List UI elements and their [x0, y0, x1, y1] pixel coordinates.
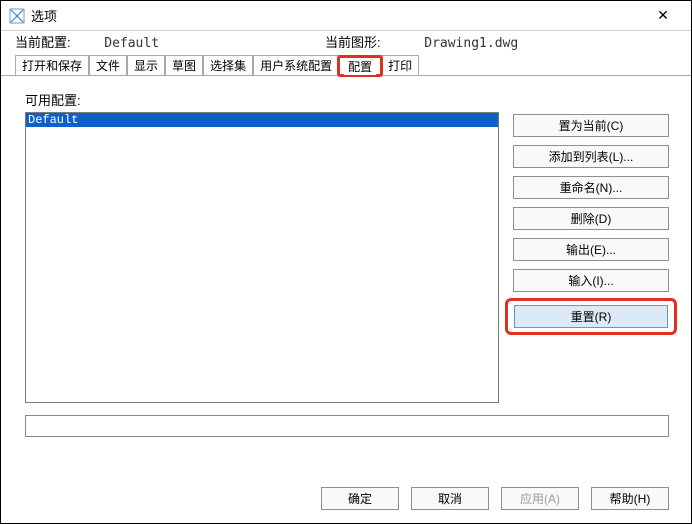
window-title: 选项	[31, 6, 643, 25]
cancel-button[interactable]: 取消	[411, 487, 489, 510]
export-button[interactable]: 输出(E)...	[513, 238, 669, 261]
tab-display[interactable]: 显示	[127, 55, 165, 75]
current-profile-label: 当前配置:	[15, 35, 71, 50]
close-button[interactable]: ✕	[643, 2, 683, 30]
delete-button[interactable]: 删除(D)	[513, 207, 669, 230]
tab-user-prefs[interactable]: 用户系统配置	[253, 55, 339, 75]
apply-button[interactable]: 应用(A)	[501, 487, 579, 510]
list-item[interactable]: Default	[26, 113, 498, 127]
current-drawing-value: Drawing1.dwg	[424, 36, 518, 51]
set-current-button[interactable]: 置为当前(C)	[513, 114, 669, 137]
tab-selection[interactable]: 选择集	[203, 55, 253, 75]
app-icon	[9, 8, 25, 24]
rename-button[interactable]: 重命名(N)...	[513, 176, 669, 199]
help-button[interactable]: 帮助(H)	[591, 487, 669, 510]
reset-button-highlight: 重置(R)	[505, 298, 677, 335]
tab-profiles[interactable]: 配置	[344, 58, 376, 75]
tab-open-save[interactable]: 打开和保存	[15, 55, 89, 75]
current-profile-value: Default	[104, 36, 159, 51]
description-box	[25, 415, 669, 437]
tab-plot[interactable]: 打印	[381, 55, 419, 75]
title-bar: 选项 ✕	[1, 1, 691, 31]
import-button[interactable]: 输入(I)...	[513, 269, 669, 292]
close-icon: ✕	[657, 7, 669, 24]
available-profiles-label: 可用配置:	[25, 90, 669, 109]
tab-profiles-highlight: 配置	[337, 55, 383, 77]
dialog-footer: 确定 取消 应用(A) 帮助(H)	[1, 479, 691, 523]
header-info: 当前配置: Default 当前图形: Drawing1.dwg	[1, 31, 691, 54]
profile-actions: 置为当前(C) 添加到列表(L)... 重命名(N)... 删除(D) 输出(E…	[513, 112, 669, 333]
tab-files[interactable]: 文件	[89, 55, 127, 75]
add-to-list-button[interactable]: 添加到列表(L)...	[513, 145, 669, 168]
current-drawing-label: 当前图形:	[325, 35, 381, 50]
tab-strip: 打开和保存 文件 显示 草图 选择集 用户系统配置 配置 打印	[1, 54, 691, 76]
ok-button[interactable]: 确定	[321, 487, 399, 510]
profiles-listbox[interactable]: Default	[25, 112, 499, 403]
tab-content: 可用配置: Default 置为当前(C) 添加到列表(L)... 重命名(N)…	[1, 76, 691, 479]
reset-button[interactable]: 重置(R)	[514, 305, 668, 328]
tab-drafting[interactable]: 草图	[165, 55, 203, 75]
